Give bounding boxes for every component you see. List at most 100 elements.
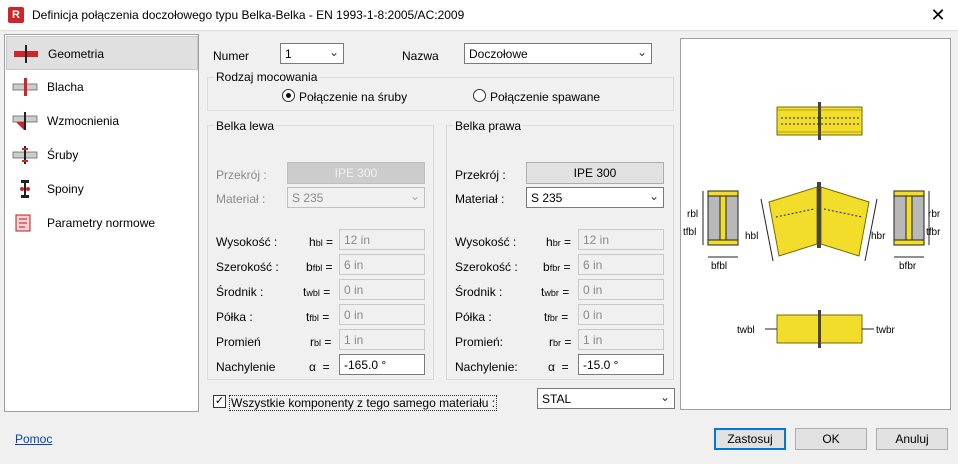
numer-select[interactable]: 1 ⌄ bbox=[280, 43, 344, 64]
right-section-view bbox=[893, 190, 930, 258]
right-web-symbol: twbr = bbox=[541, 285, 570, 299]
left-flange-field[interactable]: 0 in bbox=[339, 304, 425, 325]
right-height-symbol: hbr = bbox=[546, 235, 572, 249]
left-height-label: Wysokość : bbox=[216, 235, 278, 249]
bottom-beam-view bbox=[765, 310, 874, 348]
left-width-symbol: bfbl = bbox=[306, 260, 333, 274]
left-material-label: Materiał : bbox=[216, 192, 266, 206]
left-width-field[interactable]: 6 in bbox=[339, 254, 425, 275]
bolt-icon bbox=[12, 146, 38, 164]
close-icon[interactable]: ✕ bbox=[926, 3, 950, 27]
left-slope-label: Nachylenie bbox=[216, 360, 276, 374]
sidebar-nav: Geometria Blacha Wzmocnienia Śruby Spoin… bbox=[4, 34, 199, 412]
right-flange-label: Półka : bbox=[455, 310, 492, 324]
left-radius-field[interactable]: 1 in bbox=[339, 329, 425, 350]
sidebar-item-label: Blacha bbox=[47, 80, 84, 94]
apply-button[interactable]: Zastosuj bbox=[714, 428, 786, 450]
left-section-button[interactable]: IPE 300 bbox=[287, 162, 425, 184]
hbr-label: hbr bbox=[871, 231, 886, 242]
chevron-down-icon: ⌄ bbox=[659, 390, 670, 404]
left-height-symbol: hbl = bbox=[309, 235, 334, 249]
tfbr-label: tfbr bbox=[926, 227, 941, 238]
sidebar-item-geometria[interactable]: Geometria bbox=[6, 36, 198, 70]
sidebar-item-parametry-normowe[interactable]: Parametry normowe bbox=[6, 206, 198, 240]
right-section-label: Przekrój : bbox=[455, 168, 506, 182]
nazwa-select[interactable]: Doczołowe ⌄ bbox=[464, 43, 652, 64]
code-params-icon bbox=[15, 214, 31, 232]
right-width-label: Szerokość : bbox=[455, 260, 518, 274]
sidebar-item-label: Spoiny bbox=[47, 182, 84, 196]
right-slope-label: Nachylenie: bbox=[455, 360, 518, 374]
sidebar-item-label: Wzmocnienia bbox=[47, 114, 120, 128]
right-material-select[interactable]: S 235 ⌄ bbox=[526, 187, 664, 208]
left-web-field[interactable]: 0 in bbox=[339, 279, 425, 300]
right-radius-field[interactable]: 1 in bbox=[578, 329, 664, 350]
right-radius-symbol: rbr = bbox=[549, 335, 572, 349]
same-material-label[interactable]: Wszystkie komponenty z tego samego mater… bbox=[229, 395, 498, 411]
right-width-field[interactable]: 6 in bbox=[578, 254, 664, 275]
connection-diagram: rbl tfbl hbl bfbl hbr rbr tfbr bfbr twbl… bbox=[683, 102, 941, 348]
twbr-label: twbr bbox=[876, 325, 896, 336]
material-type-select[interactable]: STAL ⌄ bbox=[537, 388, 675, 409]
left-beam-legend: Belka lewa bbox=[214, 119, 277, 133]
right-height-field[interactable]: 12 in bbox=[578, 229, 664, 250]
same-material-checkbox[interactable]: ✓ bbox=[213, 395, 226, 408]
chevron-down-icon: ⌄ bbox=[328, 45, 339, 59]
top-beam-view bbox=[776, 102, 863, 140]
chevron-down-icon: ⌄ bbox=[636, 45, 647, 59]
sidebar-item-label: Śruby bbox=[47, 148, 79, 162]
connection-preview: rbl tfbl hbl bfbl hbr rbr tfbr bfbr twbl… bbox=[680, 38, 951, 410]
sidebar-item-wzmocnienia[interactable]: Wzmocnienia bbox=[6, 104, 198, 138]
nazwa-value: Doczołowe bbox=[469, 47, 528, 61]
chevron-down-icon: ⌄ bbox=[409, 189, 420, 203]
right-height-label: Wysokość : bbox=[455, 235, 517, 249]
rbr-label: rbr bbox=[928, 209, 941, 220]
sidebar-item-sruby[interactable]: Śruby bbox=[6, 138, 198, 172]
right-beam-legend: Belka prawa bbox=[453, 119, 524, 133]
help-link[interactable]: Pomoc bbox=[15, 432, 52, 446]
bolted-radio[interactable] bbox=[282, 89, 295, 102]
cancel-button[interactable]: Anuluj bbox=[876, 428, 948, 450]
right-flange-symbol: tfbr = bbox=[544, 310, 569, 324]
sidebar-item-spoiny[interactable]: Spoiny bbox=[6, 172, 198, 206]
left-web-label: Środnik : bbox=[216, 285, 264, 299]
sidebar-item-label: Geometria bbox=[48, 47, 105, 61]
left-web-symbol: twbl = bbox=[303, 285, 331, 299]
sidebar-item-label: Parametry normowe bbox=[47, 216, 156, 230]
numer-label: Numer bbox=[213, 49, 250, 63]
app-icon: R bbox=[8, 7, 24, 23]
bolted-label[interactable]: Połączenie na śruby bbox=[299, 90, 407, 104]
right-material-label: Materiał : bbox=[455, 192, 505, 206]
nazwa-label: Nazwa bbox=[402, 49, 439, 63]
right-web-field[interactable]: 0 in bbox=[578, 279, 664, 300]
right-slope-field[interactable]: -15.0 ° bbox=[578, 354, 664, 375]
left-width-label: Szerokość : bbox=[216, 260, 279, 274]
hbl-label: hbl bbox=[745, 231, 758, 242]
inclined-beams-view bbox=[760, 182, 878, 262]
bfbr-label: bfbr bbox=[899, 261, 917, 272]
left-radius-symbol: rbl = bbox=[310, 335, 332, 349]
right-web-label: Środnik : bbox=[455, 285, 503, 299]
right-section-button[interactable]: IPE 300 bbox=[526, 162, 664, 184]
stiffener-icon bbox=[12, 112, 38, 130]
left-section-label: Przekrój : bbox=[216, 168, 267, 182]
left-flange-symbol: tfbl = bbox=[306, 310, 330, 324]
sidebar-item-blacha[interactable]: Blacha bbox=[6, 70, 198, 104]
right-flange-field[interactable]: 0 in bbox=[578, 304, 664, 325]
numer-value: 1 bbox=[285, 47, 292, 61]
right-material-value: S 235 bbox=[531, 191, 563, 205]
ok-button[interactable]: OK bbox=[795, 428, 867, 450]
welded-radio[interactable] bbox=[473, 89, 486, 102]
chevron-down-icon: ⌄ bbox=[648, 189, 659, 203]
title-bar: R Definicja połączenia doczołowego typu … bbox=[0, 0, 958, 31]
welded-label[interactable]: Połączenie spawane bbox=[490, 90, 600, 104]
left-section-view bbox=[702, 190, 739, 258]
left-material-select[interactable]: S 235 ⌄ bbox=[287, 187, 425, 208]
twbl-label: twbl bbox=[737, 325, 755, 336]
bfbl-label: bfbl bbox=[711, 261, 727, 272]
mounting-legend: Rodzaj mocowania bbox=[214, 70, 320, 84]
left-slope-field[interactable]: -165.0 ° bbox=[339, 354, 425, 375]
left-height-field[interactable]: 12 in bbox=[339, 229, 425, 250]
tfbl-label: tfbl bbox=[683, 227, 696, 238]
left-material-value: S 235 bbox=[292, 191, 324, 205]
